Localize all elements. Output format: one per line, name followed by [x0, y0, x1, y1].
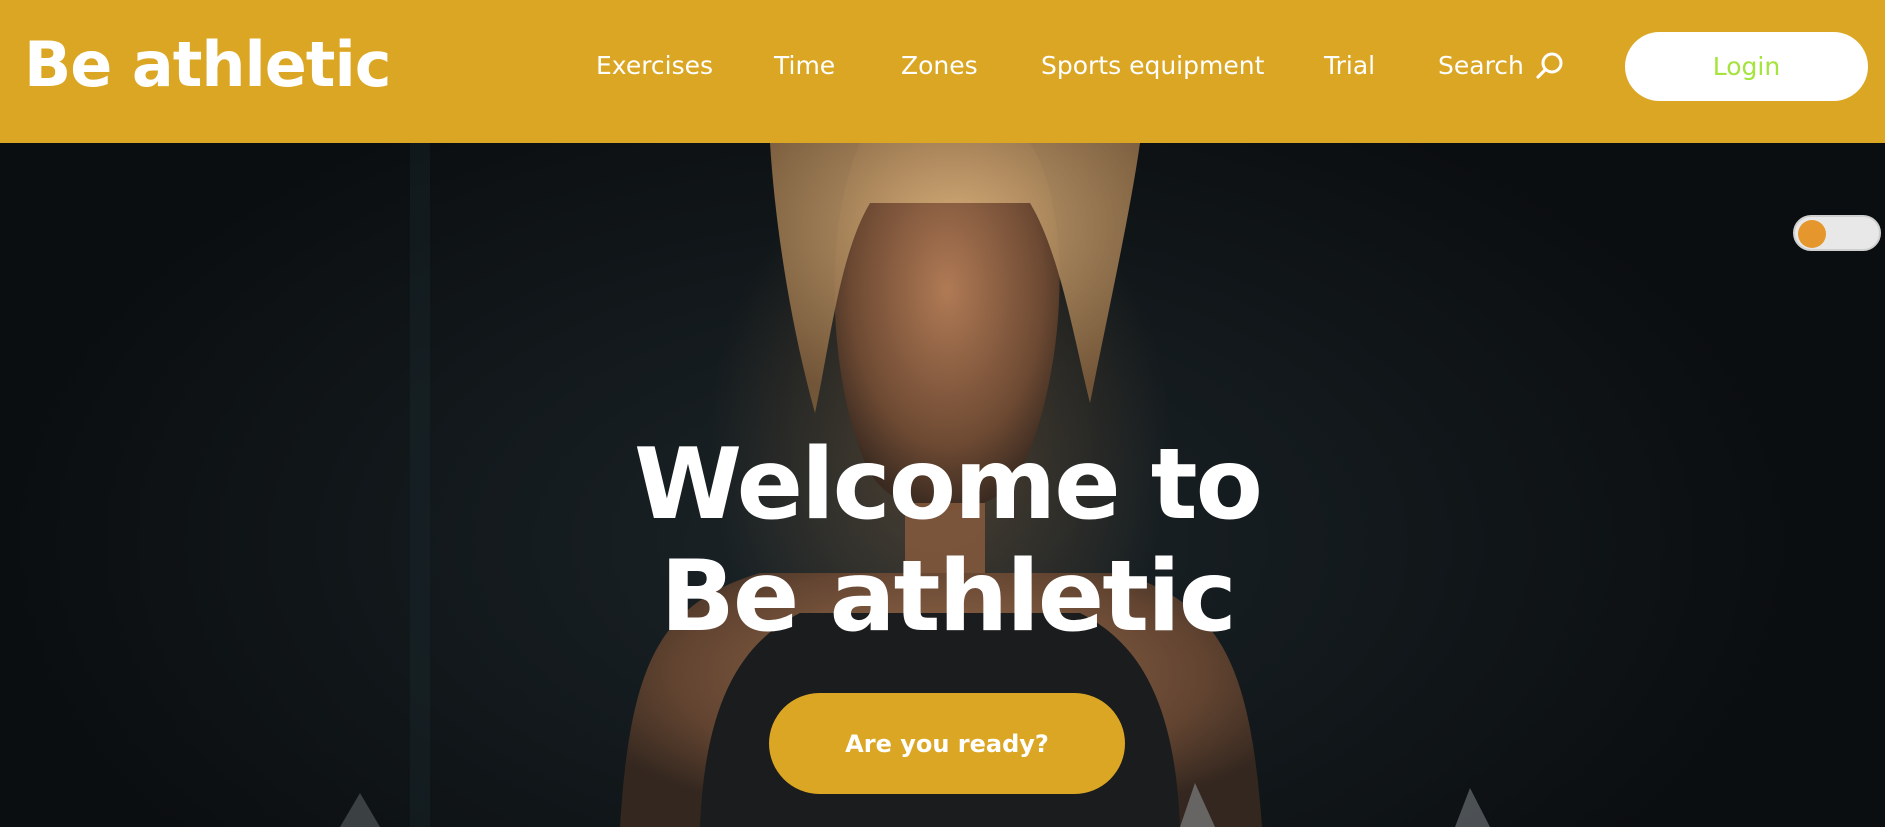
site-logo[interactable]: Be athletic — [24, 28, 391, 102]
hero-title: Welcome to Be athletic — [0, 429, 1885, 653]
site-header: Be athletic Exercises Time Zones Sports … — [0, 0, 1885, 143]
theme-toggle[interactable] — [1793, 215, 1881, 251]
search-label: Search — [1438, 51, 1524, 80]
login-button[interactable]: Login — [1625, 32, 1868, 101]
hero-section: Welcome to Be athletic Are you ready? — [0, 143, 1885, 827]
nav-item-sports-equipment[interactable]: Sports equipment — [1041, 46, 1264, 86]
nav-item-zones[interactable]: Zones — [901, 46, 978, 86]
hero-title-line-1: Welcome to — [634, 428, 1263, 542]
search-icon — [1534, 50, 1566, 82]
toggle-knob — [1798, 220, 1826, 248]
search-link[interactable]: Search — [1438, 46, 1566, 86]
nav-item-exercises[interactable]: Exercises — [596, 46, 713, 86]
hero-title-line-2: Be athletic — [660, 540, 1237, 654]
nav-item-time[interactable]: Time — [774, 46, 835, 86]
are-you-ready-button[interactable]: Are you ready? — [769, 693, 1125, 794]
nav-item-trial[interactable]: Trial — [1324, 46, 1375, 86]
